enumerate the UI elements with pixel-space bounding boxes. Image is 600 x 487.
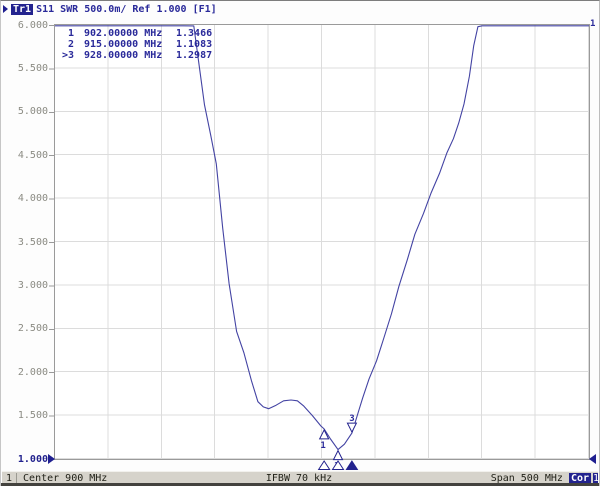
marker-1-number: 1 [320,441,325,451]
channel-number: 1 [6,472,13,484]
ref-level-indicator-right [589,454,596,464]
marker-cell: 1.3466 [176,28,213,39]
y-tick-label: 2.000 [17,366,48,378]
marker-2-glyph-icon[interactable] [332,449,344,461]
marker-1-stimulus-icon[interactable] [317,460,331,470]
y-tick-label: 4.500 [17,149,48,161]
marker-3-glyph-icon[interactable] [346,422,358,434]
y-tick-label: 5.000 [17,106,48,118]
marker-3-number: 3 [349,414,354,424]
swr-trace [55,25,589,451]
marker-cell: >3 [61,50,74,61]
y-axis-labels: 6.000 5.500 5.000 4.500 4.000 3.500 3.000 2.500… [1,1,50,487]
y-tick-label: 1.000 [17,453,48,465]
correction-status-badge: Cor [568,472,591,484]
status-separator [16,472,18,484]
marker-cell: 1 [67,28,74,39]
y-tick-label: 6.000 [17,19,48,31]
marker-cell: 2 [67,39,74,50]
marker-table-row[interactable]: >3 928.00000 MHz 1.2987 [58,50,212,61]
y-tick-label: 3.500 [17,236,48,248]
y-tick-label: 5.500 [17,62,48,74]
marker-cell: 1.2987 [176,50,213,61]
y-tick-label: 4.000 [17,193,48,205]
marker-cell: 902.00000 MHz [84,28,163,39]
span-field[interactable]: Span 500 MHz [491,473,563,484]
y-tick-label: 1.500 [17,410,48,422]
ref-level-indicator-left [48,454,55,464]
center-frequency-field[interactable]: Center 900 MHz [23,473,107,484]
clipped-edge-indicator: 1 [593,472,598,484]
marker-3-stimulus-icon[interactable] [345,460,359,470]
marker-cell: 915.00000 MHz [84,39,163,50]
y-tick-label: 2.500 [17,323,48,335]
marker-table: 1 902.00000 MHz 1.3466 2 915.00000 MHz 1.1083… [58,28,212,61]
trace-header: Tr1 S11 SWR 500.0m/ Ref 1.000 [F1] [3,3,217,15]
y-tick-label: 3.000 [17,279,48,291]
active-trace-pointer-icon [3,5,8,13]
marker-cell: 1.1083 [176,39,213,50]
marker-table-row[interactable]: 1 902.00000 MHz 1.3466 [58,28,212,39]
trace-number-label: 1 [590,19,596,29]
trace1-badge[interactable]: Tr1 [11,3,34,15]
ifbw-field[interactable]: IFBW 70 kHz [107,473,490,484]
marker-cell: 928.00000 MHz [84,50,163,61]
marker-table-row[interactable]: 2 915.00000 MHz 1.1083 [58,39,212,50]
trace-settings-title[interactable]: S11 SWR 500.0m/ Ref 1.000 [F1] [36,4,217,15]
trace-plot: 123 [55,25,589,472]
vna-screen: Tr1 S11 SWR 500.0m/ Ref 1.000 [F1] 6.000… [0,0,600,486]
